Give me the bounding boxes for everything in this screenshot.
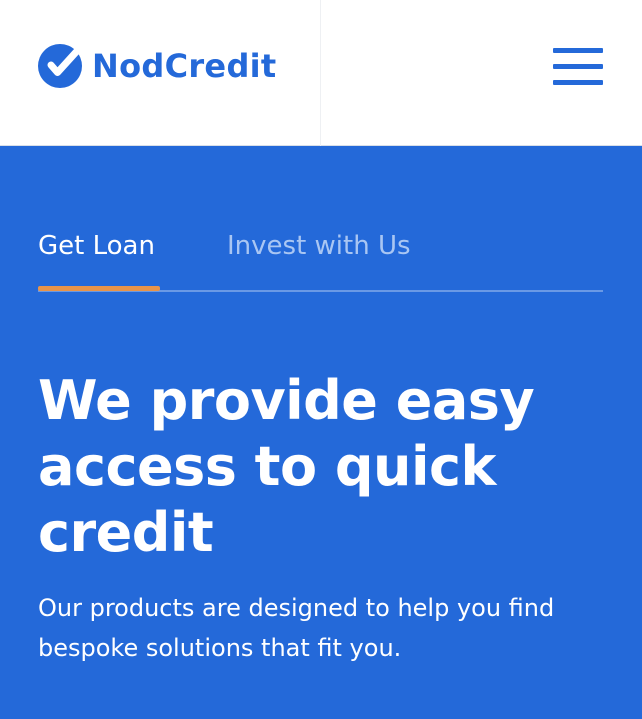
menu-bar-bottom — [553, 80, 603, 85]
menu-bar-top — [553, 48, 603, 53]
menu-button[interactable] — [553, 48, 603, 86]
hero-subtitle: Our products are designed to help you fi… — [38, 594, 555, 662]
site-header: NodCredit — [0, 0, 642, 146]
product-tabs: Get Loan Invest with Us — [38, 208, 603, 292]
brand-name: NodCredit — [92, 47, 277, 85]
hero-section: Get Loan Invest with Us We provide easy … — [0, 146, 642, 719]
tab-invest-with-us[interactable]: Invest with Us — [227, 228, 411, 264]
checkmark-circle-icon — [38, 44, 82, 88]
brand-logo-link[interactable]: NodCredit — [38, 44, 277, 88]
active-tab-indicator — [38, 286, 160, 291]
hero-title: We provide easy access to quick credit — [38, 369, 535, 564]
menu-bar-middle — [553, 64, 603, 69]
tab-get-loan[interactable]: Get Loan — [38, 228, 155, 264]
header-divider — [320, 0, 321, 146]
